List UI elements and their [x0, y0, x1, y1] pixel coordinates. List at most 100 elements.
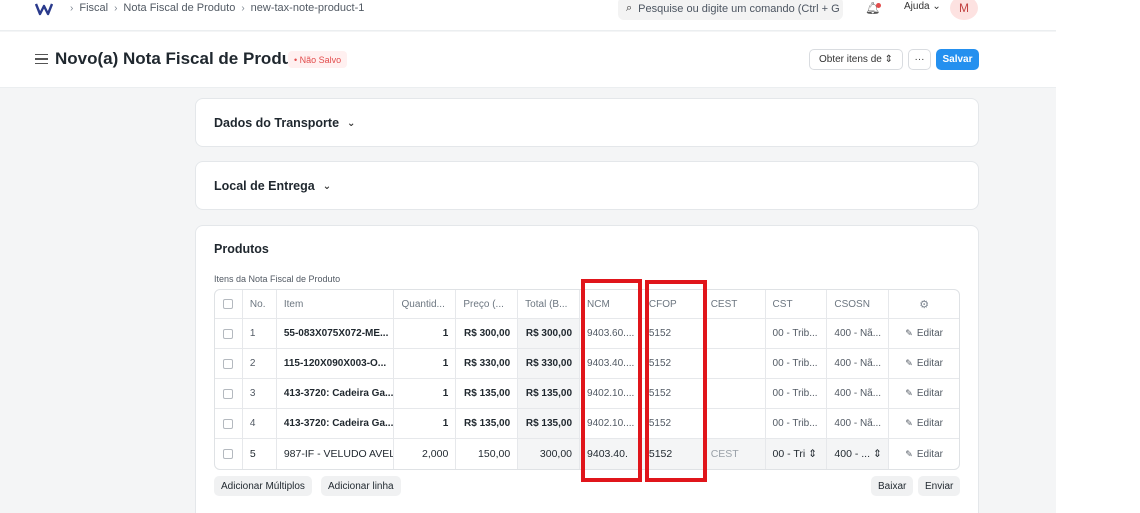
row-edit-cell: ✎ Editar — [889, 439, 959, 469]
row-csosn[interactable]: 400 - Nã... — [827, 379, 890, 408]
breadcrumb-doctype[interactable]: Nota Fiscal de Produto — [123, 2, 235, 14]
row-cest[interactable] — [704, 379, 766, 408]
edit-row-button[interactable]: ✎ Editar — [905, 388, 943, 399]
row-cst-select[interactable]: 00 - Tri ⇕ — [765, 439, 828, 469]
row-edit-cell: ✎ Editar — [889, 349, 959, 378]
row-cst[interactable]: 00 - Trib... — [766, 409, 828, 438]
row-item[interactable]: 115-120X090X003-O... — [277, 349, 395, 378]
edit-label: Editar — [916, 388, 943, 399]
edit-row-button[interactable]: ✎ Editar — [905, 328, 943, 339]
upload-button[interactable]: Enviar — [918, 476, 961, 496]
section-entrega[interactable]: Local de Entrega ⌄ — [195, 161, 979, 210]
row-price[interactable]: R$ 135,00 — [456, 409, 519, 438]
row-csosn[interactable]: 400 - Nã... — [827, 319, 890, 348]
save-button[interactable]: Salvar — [936, 49, 979, 70]
row-no: 4 — [243, 409, 277, 438]
pencil-icon: ✎ — [905, 358, 913, 368]
get-items-from-label: Obter itens de — [819, 54, 882, 65]
row-item[interactable]: 413-3720: Cadeira Ga... — [277, 379, 395, 408]
row-item[interactable]: 413-3720: Cadeira Ga... — [277, 409, 395, 438]
breadcrumb-document[interactable]: new-tax-note-product-1 — [251, 2, 365, 14]
row-checkbox[interactable] — [223, 328, 234, 339]
table-row[interactable]: 2 115-120X090X003-O... 1 R$ 330,00 R$ 33… — [215, 349, 959, 379]
get-items-from-button[interactable]: Obter itens de ⇕ — [809, 49, 903, 70]
row-csosn[interactable]: 400 - Nã... — [827, 409, 890, 438]
row-select-cell — [215, 409, 243, 438]
row-cfop[interactable]: 5152 — [642, 319, 704, 348]
row-price[interactable]: R$ 135,00 — [456, 379, 519, 408]
row-item-input[interactable]: 987-IF - VELUDO AVEL — [277, 439, 395, 469]
section-produtos-title: Produtos — [214, 242, 269, 256]
row-quantity[interactable]: 1 — [394, 379, 457, 408]
pencil-icon: ✎ — [905, 388, 913, 398]
row-price[interactable]: R$ 330,00 — [456, 349, 519, 378]
more-actions-button[interactable]: ··· — [908, 49, 931, 70]
row-cst[interactable]: 00 - Trib... — [766, 349, 828, 378]
row-ncm[interactable]: 9402.10.... — [580, 409, 642, 438]
row-price[interactable]: R$ 300,00 — [456, 319, 519, 348]
row-no: 3 — [243, 379, 277, 408]
row-cst[interactable]: 00 - Trib... — [766, 379, 828, 408]
grid-header-row: No. Item Quantid... Preço (... Total (B.… — [215, 290, 959, 319]
edit-row-button[interactable]: ✎ Editar — [905, 358, 943, 369]
search-placeholder: Pesquise ou digite um comando (Ctrl + G — [638, 2, 840, 15]
select-all-checkbox[interactable] — [223, 299, 234, 309]
row-quantity[interactable]: 1 — [394, 349, 457, 378]
page-head: Novo(a) Nota Fiscal de Produto • Não Sal… — [0, 32, 1056, 88]
row-cest[interactable] — [704, 349, 766, 378]
row-ncm[interactable]: 9403.60.... — [580, 319, 642, 348]
table-row[interactable]: 4 413-3720: Cadeira Ga... 1 R$ 135,00 R$… — [215, 409, 959, 439]
row-cst[interactable]: 00 - Trib... — [766, 319, 828, 348]
row-checkbox[interactable] — [223, 358, 234, 369]
app-logo-icon[interactable] — [35, 2, 53, 16]
row-quantity[interactable]: 1 — [394, 319, 457, 348]
chevron-right-icon: › — [241, 2, 245, 14]
table-row[interactable]: 3 413-3720: Cadeira Ga... 1 R$ 135,00 R$… — [215, 379, 959, 409]
add-multiple-button[interactable]: Adicionar Múltiplos — [214, 476, 312, 496]
row-cest[interactable] — [704, 319, 766, 348]
add-row-button[interactable]: Adicionar linha — [321, 476, 401, 496]
row-cfop-input[interactable]: 5152 — [641, 439, 704, 469]
edit-label: Editar — [916, 448, 943, 460]
row-no: 2 — [243, 349, 277, 378]
breadcrumb-fiscal[interactable]: Fiscal — [79, 2, 108, 14]
row-edit-cell: ✎ Editar — [889, 409, 959, 438]
grid-label: Itens da Nota Fiscal de Produto — [214, 274, 341, 284]
row-cest[interactable] — [704, 409, 766, 438]
status-badge: • Não Salvo — [288, 51, 348, 68]
row-csosn-select[interactable]: 400 - ... ⇕ — [827, 439, 890, 469]
row-quantity-input[interactable]: 2,000 — [394, 439, 457, 469]
row-checkbox[interactable] — [223, 449, 234, 459]
row-no: 1 — [243, 319, 277, 348]
chevron-down-icon[interactable]: ⌄ — [323, 181, 331, 192]
table-row[interactable]: 1 55-083X075X072-ME... 1 R$ 300,00 R$ 30… — [215, 319, 959, 349]
row-cfop[interactable]: 5152 — [642, 379, 704, 408]
header-ncm: NCM — [580, 290, 642, 318]
row-csosn[interactable]: 400 - Nã... — [827, 349, 890, 378]
sidebar-toggle-icon[interactable] — [35, 54, 48, 64]
gear-icon[interactable]: ⚙ — [919, 298, 929, 311]
avatar[interactable]: M — [950, 0, 978, 20]
chevron-down-icon[interactable]: ⌄ — [347, 118, 355, 129]
row-price-input[interactable]: 150,00 — [456, 439, 519, 469]
row-ncm-input[interactable]: 9403.40. — [580, 439, 642, 469]
row-select-cell — [215, 319, 243, 348]
row-cfop[interactable]: 5152 — [642, 349, 704, 378]
edit-row-button[interactable]: ✎ Editar — [905, 418, 943, 429]
search-input[interactable]: ⌕ Pesquise ou digite um comando (Ctrl + … — [618, 0, 843, 20]
row-cest-input[interactable]: CEST — [703, 439, 766, 469]
section-entrega-title: Local de Entrega ⌄ — [214, 179, 331, 193]
download-button[interactable]: Baixar — [871, 476, 914, 496]
row-ncm[interactable]: 9403.40.... — [580, 349, 642, 378]
row-ncm[interactable]: 9402.10.... — [580, 379, 642, 408]
row-item[interactable]: 55-083X075X072-ME... — [277, 319, 395, 348]
table-row-editing[interactable]: 5 987-IF - VELUDO AVEL 2,000 150,00 300,… — [215, 439, 959, 469]
help-dropdown[interactable]: Ajuda ⌄ — [904, 1, 941, 12]
row-cfop[interactable]: 5152 — [642, 409, 704, 438]
edit-row-button[interactable]: ✎ Editar — [905, 449, 943, 460]
row-checkbox[interactable] — [223, 418, 234, 429]
row-checkbox[interactable] — [223, 388, 234, 399]
row-quantity[interactable]: 1 — [394, 409, 457, 438]
section-entrega-label: Local de Entrega — [214, 179, 315, 193]
section-transporte[interactable]: Dados do Transporte ⌄ — [195, 98, 979, 147]
